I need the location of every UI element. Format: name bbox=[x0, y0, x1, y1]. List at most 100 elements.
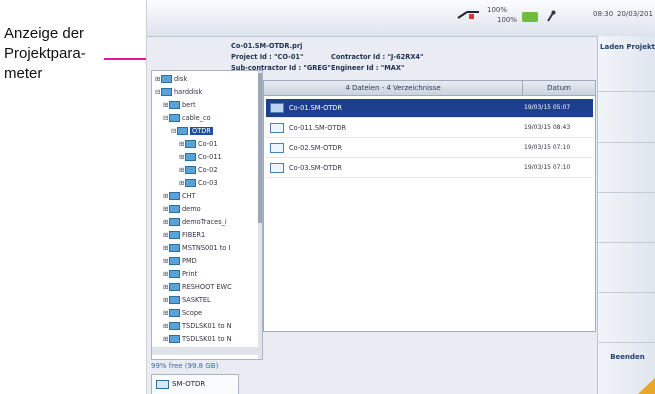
tree-node-label: Print bbox=[182, 270, 198, 278]
file-name: Co-03.SM-OTDR bbox=[270, 159, 520, 177]
status-top-percent: 100% bbox=[487, 6, 508, 14]
tab-sm-otdr[interactable]: SM-OTDR bbox=[151, 374, 239, 394]
folder-tree[interactable]: ⊞ disk ⊟ harddisk ⊞ bert ⊟ cable_co ⊟ OTDR ⊞ Co-01 ⊞… bbox=[151, 70, 263, 360]
tree-node[interactable]: ⊞ Co-02 bbox=[179, 165, 218, 175]
softkey-2[interactable] bbox=[598, 92, 655, 143]
file-date: 19/03/15 05:07 bbox=[524, 104, 571, 111]
tree-node[interactable]: ⊞ disk bbox=[155, 74, 187, 84]
tree-node[interactable]: ⊞ Co-01 bbox=[179, 139, 218, 149]
tree-node[interactable]: ⊞ SASKTEL bbox=[163, 295, 211, 305]
folder-icon bbox=[169, 283, 180, 291]
tree-node[interactable]: ⊞ PMD bbox=[163, 256, 197, 266]
free-space-label: 99% free (99.8 GB) bbox=[151, 362, 219, 370]
engineer-id: Engineer Id : "MAX" bbox=[331, 64, 405, 72]
file-name-text: Co-02.SM-OTDR bbox=[289, 144, 342, 152]
tree-node[interactable]: ⊞ MSTNS001 to I bbox=[163, 243, 230, 253]
load-project-button[interactable]: Laden Projekt bbox=[598, 36, 655, 92]
tree-node[interactable]: ⊞ CHT bbox=[163, 191, 196, 201]
wrench-icon bbox=[547, 10, 556, 22]
file-name: Co-011.SM-OTDR bbox=[270, 119, 520, 137]
tree-node-label: Scope bbox=[182, 309, 203, 317]
clock-time: 08:30 bbox=[593, 10, 614, 18]
tree-node-label: PMD bbox=[182, 257, 197, 265]
folder-icon bbox=[169, 231, 180, 239]
softkey-panel: Laden Projekt Beenden bbox=[597, 36, 655, 394]
tree-node-label: TSDLSK01 to N bbox=[182, 335, 232, 343]
callout-label: Anzeige der Projektpara-meter bbox=[4, 25, 86, 82]
folder-icon bbox=[161, 75, 172, 83]
corner-arrow-icon bbox=[638, 376, 655, 394]
project-file-name: Co-01.SM-OTDR.prj bbox=[231, 42, 303, 50]
tree-node-label: demo bbox=[182, 205, 201, 213]
folder-icon bbox=[185, 179, 196, 187]
softkey-5[interactable] bbox=[598, 242, 655, 293]
battery-icon bbox=[522, 12, 538, 22]
tree-node[interactable]: ⊟ cable_co bbox=[163, 113, 211, 123]
tree-node[interactable]: ⊟ OTDR bbox=[171, 126, 213, 136]
otdr-file-icon bbox=[270, 143, 284, 153]
tab-label: SM-OTDR bbox=[172, 380, 206, 388]
tree-node[interactable]: ⊞ bert bbox=[163, 100, 196, 110]
file-date: 19/03/15 08:43 bbox=[524, 124, 571, 131]
file-name: Co-02.SM-OTDR bbox=[270, 139, 520, 157]
file-row[interactable]: Co-02.SM-OTDR 19/03/15 07:10 bbox=[266, 139, 593, 158]
tree-node[interactable]: ⊞ TSDLSK01 to N bbox=[163, 321, 232, 331]
tree-node-label: harddisk bbox=[174, 88, 203, 96]
tree-node-label: Co-01 bbox=[198, 140, 218, 148]
status-bottom-percent: 100% bbox=[497, 16, 518, 24]
file-name-text: Co-01.SM-OTDR bbox=[289, 104, 342, 112]
softkey-6[interactable] bbox=[598, 292, 655, 343]
folder-icon bbox=[169, 322, 180, 330]
file-date: 19/03/15 07:10 bbox=[524, 164, 571, 171]
contractor-id: Contractor Id : "J-62RX4" bbox=[331, 53, 424, 61]
folder-icon bbox=[185, 166, 196, 174]
folder-icon bbox=[169, 244, 180, 252]
folder-icon bbox=[185, 140, 196, 148]
file-name-text: Co-011.SM-OTDR bbox=[289, 124, 347, 132]
folder-icon bbox=[169, 335, 180, 343]
tree-node[interactable]: ⊞ Print bbox=[163, 269, 197, 279]
cable-icon bbox=[457, 11, 479, 19]
tree-node-label: cable_co bbox=[182, 114, 211, 122]
tree-node[interactable]: ⊞ demo bbox=[163, 204, 201, 214]
tree-node-label: demoTraces_i bbox=[182, 218, 227, 226]
softkey-4[interactable] bbox=[598, 192, 655, 243]
file-row[interactable]: Co-01.SM-OTDR 19/03/15 05:07 bbox=[266, 99, 593, 118]
tree-node-label: OTDR bbox=[190, 127, 213, 135]
clock-date: 20/03/201 bbox=[617, 10, 653, 18]
tree-node-label: RESHOOT EWC bbox=[182, 283, 232, 291]
column-header-name[interactable]: 4 Dateien - 4 Verzeichnisse bbox=[264, 81, 523, 96]
folder-icon bbox=[169, 309, 180, 317]
tree-node-label: disk bbox=[174, 75, 188, 83]
file-row[interactable]: Co-03.SM-OTDR 19/03/15 07:10 bbox=[266, 159, 593, 178]
tree-node-label: SASKTEL bbox=[182, 296, 211, 304]
status-bar: 100% 100% 08:30 20/03/201 bbox=[147, 0, 655, 37]
file-name: Co-01.SM-OTDR bbox=[270, 99, 520, 117]
file-name-text: Co-03.SM-OTDR bbox=[289, 164, 342, 172]
folder-icon bbox=[169, 192, 180, 200]
softkey-3[interactable] bbox=[598, 142, 655, 193]
folder-icon bbox=[169, 114, 180, 122]
tree-node-label: MSTNS001 to I bbox=[182, 244, 231, 252]
column-header-date[interactable]: Datum bbox=[523, 81, 595, 96]
folder-icon bbox=[177, 127, 188, 135]
tree-node-label: CHT bbox=[182, 192, 196, 200]
file-list: 4 Dateien - 4 Verzeichnisse Datum Co-01.… bbox=[263, 80, 596, 332]
tree-node[interactable]: ⊟ harddisk bbox=[155, 87, 202, 97]
tree-node[interactable]: ⊞ RESHOOT EWC bbox=[163, 282, 232, 292]
tree-node[interactable]: ⊞ TSDLSK01 to N bbox=[163, 334, 232, 344]
tree-node[interactable]: ⊞ demoTraces_i bbox=[163, 217, 227, 227]
project-id: Project Id : "CO-01" bbox=[231, 53, 304, 61]
otdr-file-icon bbox=[270, 103, 284, 113]
folder-icon bbox=[169, 270, 180, 278]
tree-node[interactable]: ⊞ Co-03 bbox=[179, 178, 218, 188]
folder-icon bbox=[169, 101, 180, 109]
folder-icon bbox=[169, 257, 180, 265]
folder-icon bbox=[161, 88, 172, 96]
tree-node[interactable]: ⊞ FIBER1 bbox=[163, 230, 205, 240]
tree-node[interactable]: ⊞ Co-011 bbox=[179, 152, 222, 162]
file-date: 19/03/15 07:10 bbox=[524, 144, 571, 151]
tree-horizontal-scrollbar[interactable] bbox=[152, 347, 258, 355]
tree-node[interactable]: ⊞ Scope bbox=[163, 308, 202, 318]
file-row[interactable]: Co-011.SM-OTDR 19/03/15 08:43 bbox=[266, 119, 593, 138]
